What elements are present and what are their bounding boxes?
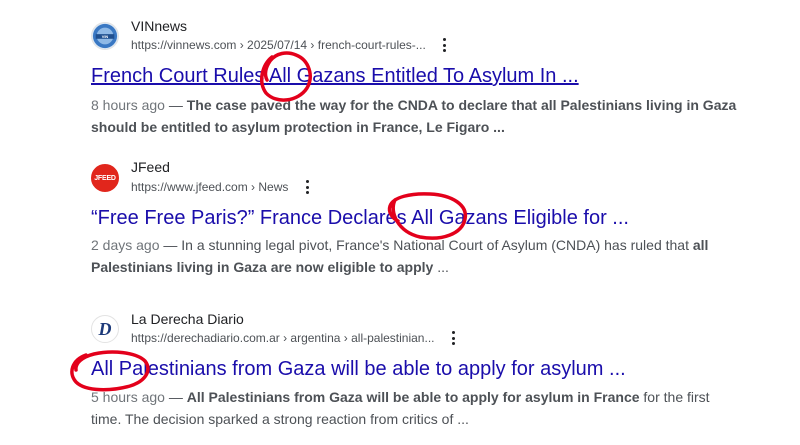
more-options-icon[interactable] — [300, 180, 314, 194]
result-date: 8 hours ago — [91, 97, 165, 113]
jfeed-favicon-icon[interactable]: JFEED — [91, 164, 119, 192]
site-name: JFeed — [131, 159, 170, 175]
jfeed-logo-text: JFEED — [94, 174, 116, 182]
result-title-link[interactable]: French Court Rules All Gazans Entitled T… — [91, 64, 579, 88]
site-name: VINnews — [131, 18, 188, 34]
snippet-text: In a stunning legal pivot, France's Nati… — [181, 237, 693, 253]
result-date: 5 hours ago — [91, 389, 165, 405]
vinnews-favicon-icon[interactable]: VIN — [91, 22, 119, 50]
snippet-text: ... — [433, 259, 449, 275]
snippet-highlight: All Palestinians from Gaza will be able … — [186, 389, 640, 405]
site-url-text: https://derechadiario.com.ar › argentina… — [131, 331, 435, 345]
more-options-icon[interactable] — [447, 331, 461, 345]
site-url: https://vinnews.com › 2025/07/14 › frenc… — [131, 38, 452, 52]
result-title-link[interactable]: “Free Free Paris?” France Declares All G… — [91, 206, 629, 230]
more-options-icon[interactable] — [438, 38, 452, 52]
result-snippet: 8 hours ago — The case paved the way for… — [91, 94, 741, 138]
snippet-text: The case paved the way for the CNDA to d… — [186, 97, 541, 113]
snippet-dash: — — [159, 237, 182, 253]
site-name: La Derecha Diario — [131, 311, 244, 327]
snippet-dash: — — [164, 389, 187, 405]
snippet-dash: — — [164, 97, 187, 113]
result-snippet: 2 days ago — In a stunning legal pivot, … — [91, 234, 741, 278]
result-title-link[interactable]: All Palestinians from Gaza will be able … — [91, 357, 626, 381]
svg-text:VIN: VIN — [102, 34, 109, 39]
snippet-text: , Le Figaro ... — [418, 119, 505, 135]
la-derecha-diario-favicon-icon[interactable]: D — [91, 315, 119, 343]
derecha-logo-text: D — [98, 318, 112, 339]
result-snippet: 5 hours ago — All Palestinians from Gaza… — [91, 386, 741, 430]
result-date: 2 days ago — [91, 237, 160, 253]
site-url-text: https://www.jfeed.com › News — [131, 180, 289, 194]
site-url: https://www.jfeed.com › News — [131, 180, 314, 194]
site-url: https://derechadiario.com.ar › argentina… — [131, 331, 461, 345]
site-url-text: https://vinnews.com › 2025/07/14 › frenc… — [131, 38, 426, 52]
